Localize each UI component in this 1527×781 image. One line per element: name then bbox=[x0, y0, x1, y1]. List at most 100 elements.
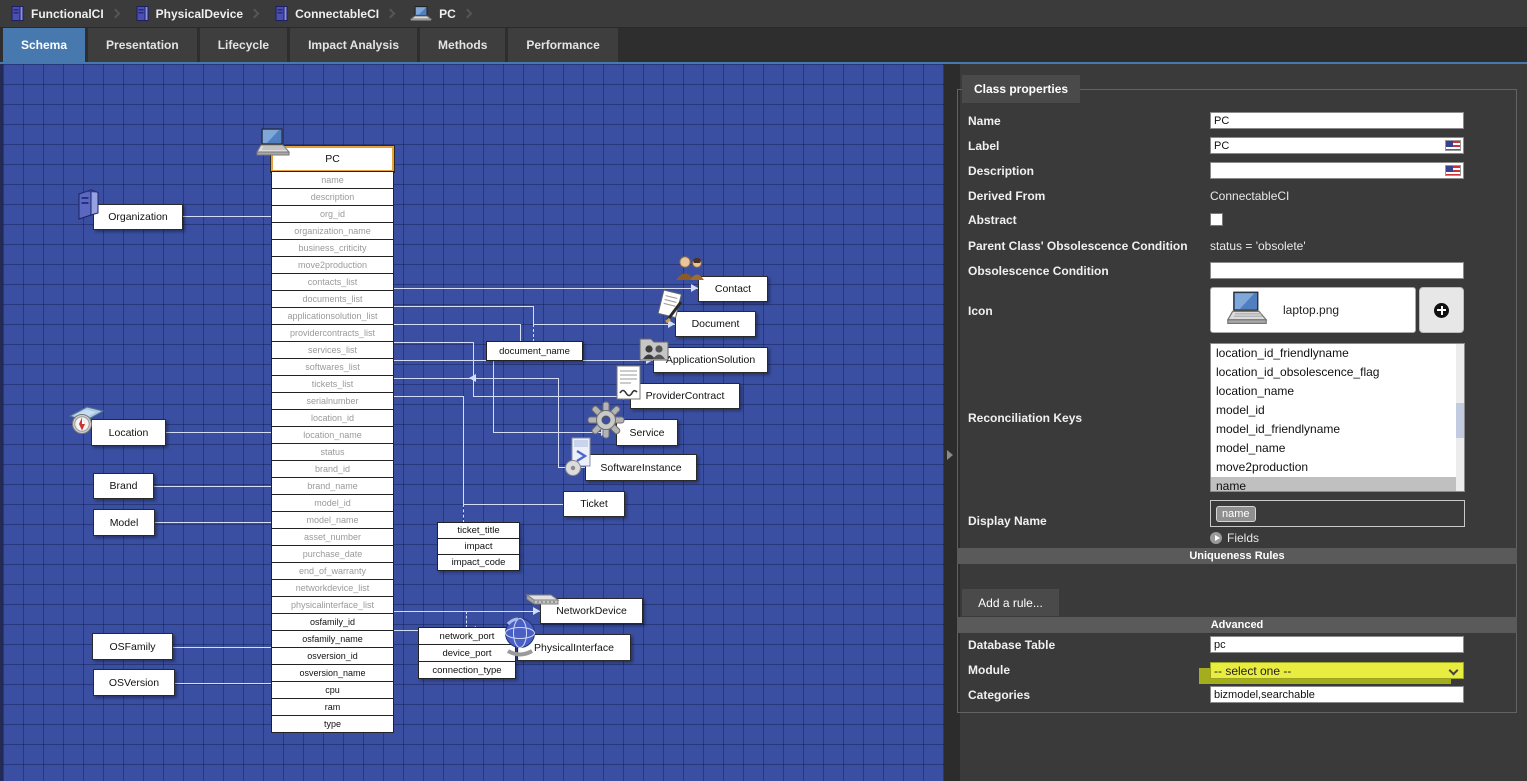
pc-class-title[interactable]: PC bbox=[271, 146, 394, 172]
breadcrumb-item-functionalci[interactable]: FunctionalCI bbox=[0, 5, 110, 22]
tab-schema[interactable]: Schema bbox=[3, 28, 85, 62]
link-attribute-row[interactable]: network_port bbox=[418, 627, 516, 645]
add-icon-button[interactable] bbox=[1419, 287, 1464, 333]
pc-attribute-row[interactable]: networkdevice_list bbox=[271, 579, 394, 597]
pc-attribute-row[interactable]: end_of_warranty bbox=[271, 562, 394, 580]
class-node-applicationsolution[interactable]: ApplicationSolution bbox=[653, 347, 768, 373]
class-node-model[interactable]: Model bbox=[93, 509, 155, 536]
pc-attribute-row[interactable]: brand_id bbox=[271, 460, 394, 478]
class-node-brand[interactable]: Brand bbox=[93, 473, 154, 499]
pc-attribute-row[interactable]: move2production bbox=[271, 256, 394, 274]
class-node-networkdevice[interactable]: NetworkDevice bbox=[540, 598, 643, 624]
pc-attribute-row[interactable]: ram bbox=[271, 698, 394, 716]
pc-attribute-row[interactable]: providercontracts_list bbox=[271, 324, 394, 342]
description-input[interactable] bbox=[1210, 162, 1464, 179]
label-input[interactable]: PC bbox=[1210, 137, 1464, 154]
reconciliation-key-item[interactable]: model_id bbox=[1211, 401, 1464, 420]
pc-attribute-row[interactable]: physicalinterface_list bbox=[271, 596, 394, 614]
class-node-softwareinstance[interactable]: SoftwareInstance bbox=[585, 454, 697, 481]
class-node-ticket[interactable]: Ticket bbox=[563, 491, 625, 517]
language-flag-icon[interactable] bbox=[1445, 165, 1461, 176]
reconciliation-key-item[interactable]: model_id_friendlyname bbox=[1211, 420, 1464, 439]
relation-line-dashed bbox=[463, 504, 464, 523]
display-name-box[interactable]: name bbox=[1210, 500, 1465, 527]
pc-attribute-row[interactable]: org_id bbox=[271, 205, 394, 223]
link-attribute-row[interactable]: impact bbox=[437, 538, 520, 555]
tab-presentation[interactable]: Presentation bbox=[88, 28, 197, 62]
name-input[interactable]: PC bbox=[1210, 112, 1464, 129]
breadcrumb-item-pc[interactable]: PC bbox=[400, 6, 462, 21]
class-node-providercontract[interactable]: ProviderContract bbox=[630, 383, 740, 409]
tab-impact-analysis[interactable]: Impact Analysis bbox=[290, 28, 417, 62]
reconciliation-key-item[interactable]: model_name bbox=[1211, 439, 1464, 458]
class-node-service[interactable]: Service bbox=[616, 419, 678, 446]
pc-attribute-row[interactable]: osversion_id bbox=[271, 647, 394, 665]
class-node-contact[interactable]: Contact bbox=[698, 276, 768, 302]
link-attribute-row[interactable]: connection_type bbox=[418, 661, 516, 679]
pc-attribute-row[interactable]: services_list bbox=[271, 341, 394, 359]
display-name-chip[interactable]: name bbox=[1216, 506, 1256, 522]
pc-attribute-row[interactable]: location_id bbox=[271, 409, 394, 427]
pc-attribute-row[interactable]: tickets_list bbox=[271, 375, 394, 393]
class-node-osfamily[interactable]: OSFamily bbox=[92, 633, 173, 660]
tab-methods[interactable]: Methods bbox=[420, 28, 505, 62]
pc-attribute-row[interactable]: documents_list bbox=[271, 290, 394, 308]
categories-input[interactable]: bizmodel,searchable bbox=[1210, 686, 1464, 703]
pc-attribute-row[interactable]: status bbox=[271, 443, 394, 461]
pc-attribute-row[interactable]: osfamily_name bbox=[271, 630, 394, 648]
pc-attribute-row[interactable]: purchase_date bbox=[271, 545, 394, 563]
database-table-input[interactable]: pc bbox=[1210, 636, 1464, 653]
collapse-panel-handle[interactable] bbox=[947, 450, 953, 460]
pc-attribute-row[interactable]: serialnumber bbox=[271, 392, 394, 410]
language-flag-icon[interactable] bbox=[1445, 140, 1461, 151]
pc-attribute-row[interactable]: type bbox=[271, 715, 394, 733]
class-node-organization[interactable]: Organization bbox=[93, 204, 183, 230]
reconciliation-key-item[interactable]: location_id_friendlyname bbox=[1211, 344, 1464, 363]
reconciliation-keys-list[interactable]: location_id_friendlynamelocation_id_obso… bbox=[1210, 343, 1465, 492]
abstract-checkbox[interactable] bbox=[1210, 213, 1223, 226]
scrollbar-thumb[interactable] bbox=[1456, 403, 1464, 438]
link-attribute-row[interactable]: document_name bbox=[486, 341, 583, 361]
relation-line bbox=[183, 216, 271, 217]
reconciliation-key-item[interactable]: location_name bbox=[1211, 382, 1464, 401]
pc-attribute-row[interactable]: business_criticity bbox=[271, 239, 394, 257]
pc-attribute-row[interactable]: contacts_list bbox=[271, 273, 394, 291]
class-properties-tab[interactable]: Class properties bbox=[962, 75, 1080, 103]
breadcrumb-item-physicaldevice[interactable]: PhysicalDevice bbox=[125, 5, 249, 22]
reconciliation-key-item[interactable]: name bbox=[1211, 477, 1464, 492]
pc-attribute-row[interactable]: osfamily_id bbox=[271, 613, 394, 631]
link-attribute-row[interactable]: ticket_title bbox=[437, 522, 520, 539]
breadcrumb-item-connectableci[interactable]: ConnectableCI bbox=[264, 5, 385, 22]
class-node-location[interactable]: Location bbox=[91, 419, 166, 446]
pc-attribute-row[interactable]: osversion_name bbox=[271, 664, 394, 682]
pc-attribute-row[interactable]: asset_number bbox=[271, 528, 394, 546]
pc-attribute-row[interactable]: model_name bbox=[271, 511, 394, 529]
pc-attribute-row[interactable]: location_name bbox=[271, 426, 394, 444]
relation-line bbox=[493, 432, 608, 433]
pc-attribute-row[interactable]: description bbox=[271, 188, 394, 206]
pc-class-node[interactable]: PCnamedescriptionorg_idorganization_name… bbox=[271, 146, 394, 733]
tab-performance[interactable]: Performance bbox=[508, 28, 617, 62]
class-node-physicalinterface[interactable]: PhysicalInterface bbox=[517, 634, 631, 661]
pc-attribute-row[interactable]: name bbox=[271, 171, 394, 189]
module-select[interactable]: -- select one -- bbox=[1210, 662, 1464, 679]
list-scrollbar[interactable] bbox=[1456, 344, 1464, 491]
add-rule-button[interactable]: Add a rule... bbox=[962, 589, 1059, 616]
schema-canvas[interactable]: PCnamedescriptionorg_idorganization_name… bbox=[0, 64, 944, 781]
obsolescence-input[interactable] bbox=[1210, 262, 1464, 279]
link-attribute-row[interactable]: impact_code bbox=[437, 554, 520, 571]
pc-attribute-row[interactable]: applicationsolution_list bbox=[271, 307, 394, 325]
class-node-osversion[interactable]: OSVersion bbox=[93, 669, 175, 696]
pc-attribute-row[interactable]: brand_name bbox=[271, 477, 394, 495]
reconciliation-key-item[interactable]: move2production bbox=[1211, 458, 1464, 477]
pc-attribute-row[interactable]: softwares_list bbox=[271, 358, 394, 376]
pc-attribute-row[interactable]: organization_name bbox=[271, 222, 394, 240]
tab-lifecycle[interactable]: Lifecycle bbox=[200, 28, 287, 62]
reconciliation-key-item[interactable]: location_id_obsolescence_flag bbox=[1211, 363, 1464, 382]
link-attribute-row[interactable]: device_port bbox=[418, 644, 516, 662]
fields-link[interactable]: Fields bbox=[1210, 531, 1259, 545]
pc-attribute-row[interactable]: cpu bbox=[271, 681, 394, 699]
icon-preview[interactable]: laptop.png bbox=[1210, 287, 1416, 333]
class-node-document[interactable]: Document bbox=[675, 311, 756, 337]
pc-attribute-row[interactable]: model_id bbox=[271, 494, 394, 512]
